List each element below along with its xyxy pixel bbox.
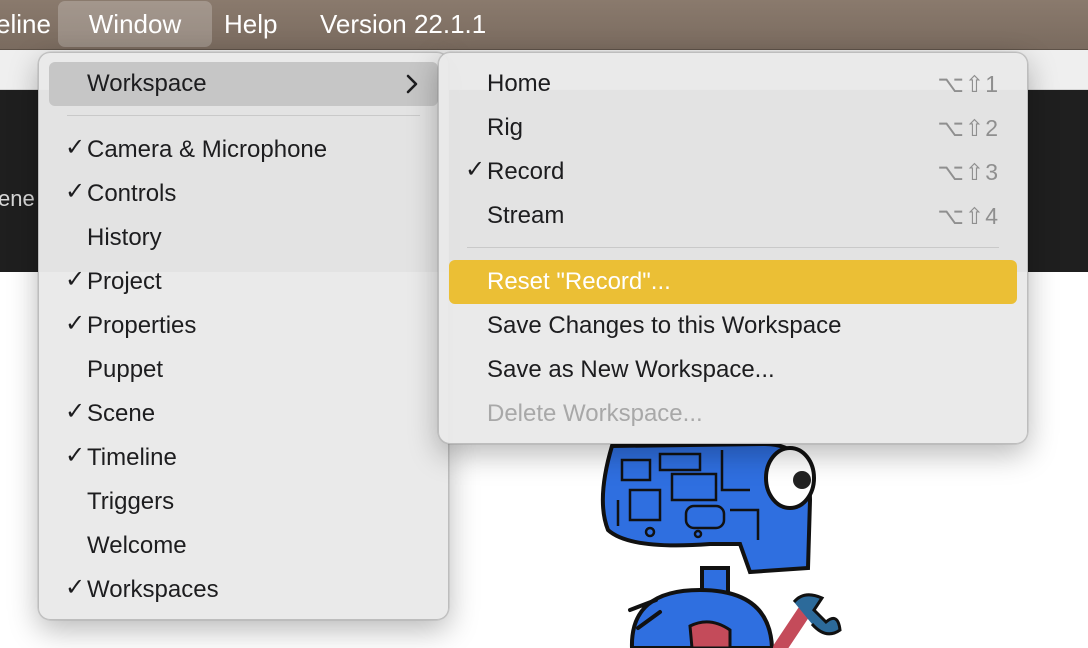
submenu-item-save-as-new[interactable]: Save as New Workspace... — [449, 348, 1017, 392]
menu-item-label: Workspaces — [87, 576, 219, 603]
chevron-right-icon — [406, 74, 418, 94]
menu-bar-item-timeline[interactable]: eline — [0, 0, 51, 48]
menu-item-label: Save Changes to this Workspace — [487, 312, 842, 339]
menu-item-label: Save as New Workspace... — [487, 356, 775, 383]
menu-item-label: Stream — [487, 202, 565, 229]
checkmark-icon: ✓ — [465, 156, 486, 183]
menu-separator — [67, 115, 420, 116]
menu-bar-item-window[interactable]: Window — [58, 1, 212, 47]
menu-item-history[interactable]: History — [49, 216, 438, 260]
menu-item-welcome[interactable]: Welcome — [49, 524, 438, 568]
menu-item-properties[interactable]: ✓ Properties — [49, 304, 438, 348]
menu-separator — [467, 247, 999, 248]
robot-character-illustration — [600, 441, 842, 648]
keyboard-shortcut: ⌥⇧1 — [937, 71, 999, 97]
menu-item-controls[interactable]: ✓ Controls — [49, 172, 438, 216]
menu-item-label: Rig — [487, 114, 524, 141]
workspace-submenu: Home ⌥⇧1 Rig ⌥⇧2 ✓ Record ⌥⇧3 Stream ⌥⇧4… — [438, 52, 1028, 444]
menu-item-label: Puppet — [87, 356, 164, 383]
menu-item-workspaces[interactable]: ✓ Workspaces — [49, 568, 438, 612]
keyboard-shortcut: ⌥⇧3 — [937, 159, 999, 185]
keyboard-shortcut: ⌥⇧4 — [937, 203, 999, 229]
menu-item-workspace[interactable]: Workspace — [49, 62, 438, 106]
submenu-item-reset-record[interactable]: Reset "Record"... — [449, 260, 1017, 304]
menu-bar: eline Window Help Version 22.1.1 — [0, 0, 1088, 50]
menu-item-timeline[interactable]: ✓ Timeline — [49, 436, 438, 480]
menu-bar-item-version: Version 22.1.1 — [320, 9, 487, 39]
submenu-item-record[interactable]: ✓ Record ⌥⇧3 — [449, 150, 1017, 194]
menu-item-label: Controls — [87, 180, 177, 207]
menu-item-label: Project — [87, 268, 162, 295]
checkmark-icon: ✓ — [65, 134, 86, 161]
submenu-item-save-changes[interactable]: Save Changes to this Workspace — [449, 304, 1017, 348]
checkmark-icon: ✓ — [65, 266, 86, 293]
scene-panel-label: ene — [0, 186, 35, 211]
menu-item-label: Workspace — [87, 70, 207, 97]
menu-item-puppet[interactable]: Puppet — [49, 348, 438, 392]
submenu-item-stream[interactable]: Stream ⌥⇧4 — [449, 194, 1017, 238]
menu-item-camera-microphone[interactable]: ✓ Camera & Microphone — [49, 128, 438, 172]
menu-item-label: Scene — [87, 400, 156, 427]
menu-item-label: Reset "Record"... — [487, 268, 671, 295]
menu-item-label: Camera & Microphone — [87, 136, 328, 163]
menu-item-label: Record — [487, 158, 565, 185]
checkmark-icon: ✓ — [65, 310, 86, 337]
menu-item-project[interactable]: ✓ Project — [49, 260, 438, 304]
checkmark-icon: ✓ — [65, 398, 86, 425]
checkmark-icon: ✓ — [65, 574, 86, 601]
menu-item-triggers[interactable]: Triggers — [49, 480, 438, 524]
menu-bar-item-help[interactable]: Help — [224, 0, 277, 48]
menu-item-label: Delete Workspace... — [487, 400, 703, 427]
menu-item-label: Properties — [87, 312, 197, 339]
menu-item-label: Triggers — [87, 488, 175, 515]
checkmark-icon: ✓ — [65, 442, 86, 469]
menu-item-label: Home — [487, 70, 552, 97]
submenu-item-rig[interactable]: Rig ⌥⇧2 — [449, 106, 1017, 150]
submenu-item-delete-workspace: Delete Workspace... — [449, 392, 1017, 436]
submenu-item-home[interactable]: Home ⌥⇧1 — [449, 62, 1017, 106]
menu-item-label: Welcome — [87, 532, 187, 559]
menu-item-label: Timeline — [87, 444, 177, 471]
menu-item-scene[interactable]: ✓ Scene — [49, 392, 438, 436]
menu-item-label: History — [87, 224, 162, 251]
checkmark-icon: ✓ — [65, 178, 86, 205]
window-menu: Workspace ✓ Camera & Microphone ✓ Contro… — [38, 52, 449, 620]
keyboard-shortcut: ⌥⇧2 — [937, 115, 999, 141]
